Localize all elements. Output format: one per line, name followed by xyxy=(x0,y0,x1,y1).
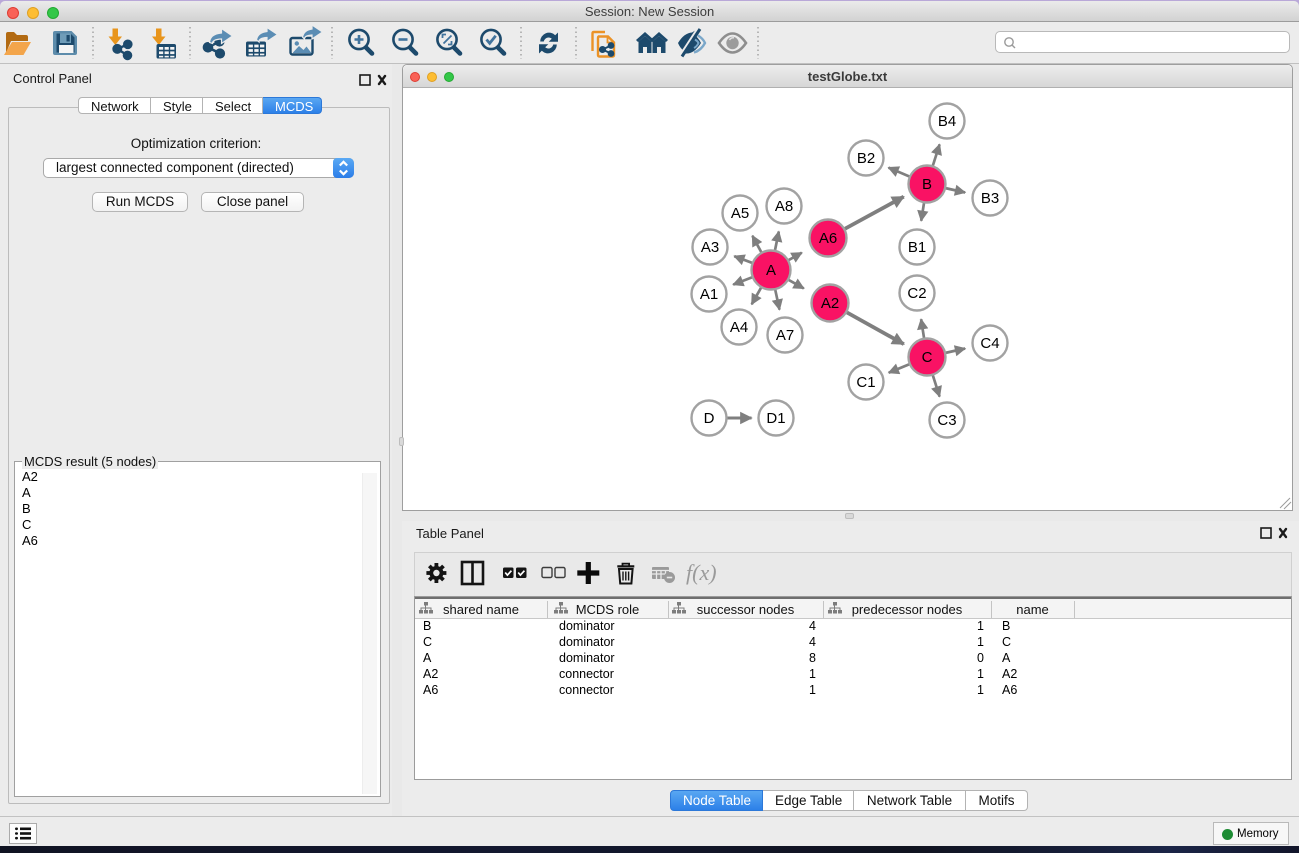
svg-text:f(x): f(x) xyxy=(686,560,717,585)
svg-text:C: C xyxy=(922,349,933,366)
svg-text:A7: A7 xyxy=(776,327,794,344)
svg-text:A3: A3 xyxy=(701,239,719,256)
svg-text:A2: A2 xyxy=(821,295,839,312)
svg-text:B3: B3 xyxy=(981,190,999,207)
svg-text:A6: A6 xyxy=(819,230,837,247)
svg-text:B1: B1 xyxy=(908,239,926,256)
svg-text:B: B xyxy=(922,176,932,193)
svg-text:A8: A8 xyxy=(775,198,793,215)
svg-text:A4: A4 xyxy=(730,319,748,336)
svg-text:D: D xyxy=(704,410,715,427)
svg-text:C1: C1 xyxy=(856,374,875,391)
svg-text:C3: C3 xyxy=(937,412,956,429)
svg-text:A: A xyxy=(766,262,776,279)
svg-text:A5: A5 xyxy=(731,205,749,222)
svg-text:B4: B4 xyxy=(938,113,956,130)
svg-text:C4: C4 xyxy=(980,335,999,352)
svg-text:D1: D1 xyxy=(766,410,785,427)
svg-text:C2: C2 xyxy=(907,285,926,302)
svg-text:A1: A1 xyxy=(700,286,718,303)
svg-text:B2: B2 xyxy=(857,150,875,167)
